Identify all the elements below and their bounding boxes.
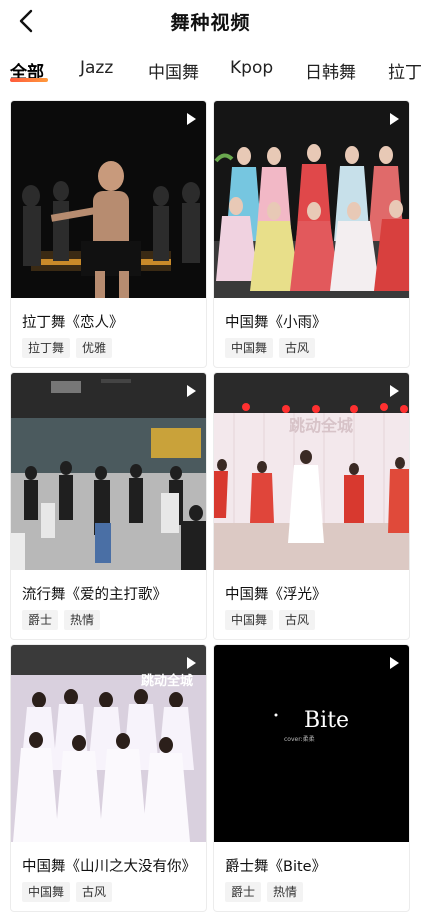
video-title: 中国舞《小雨》 xyxy=(225,315,327,331)
tab-jazz[interactable]: Jazz xyxy=(80,58,113,78)
category-tabs: 全部 Jazz 中国舞 Kpop 日韩舞 拉丁 xyxy=(0,52,421,88)
group-white-dress-thumbnail: 跳动全城 xyxy=(11,645,206,842)
tab-kpop[interactable]: Kpop xyxy=(230,58,273,78)
tag-list: 爵士 热情 xyxy=(225,881,309,902)
active-tab-indicator xyxy=(10,78,48,82)
video-title: 爵士舞《Bite》 xyxy=(225,859,327,875)
tag: 古风 xyxy=(279,338,316,358)
tag: 拉丁舞 xyxy=(22,338,71,358)
tag-list: 中国舞 古风 xyxy=(22,881,118,902)
video-card[interactable]: 跳动全城 中国舞《山川之大没有你》 中国舞 古风 xyxy=(10,644,207,912)
play-icon xyxy=(390,657,399,669)
play-icon xyxy=(187,385,196,397)
play-icon xyxy=(187,657,196,669)
tag-list: 中国舞 古风 xyxy=(225,337,321,358)
cover-credit-text: cover:柔柔 xyxy=(284,735,315,743)
video-thumbnail[interactable]: 跳动全城 xyxy=(11,645,206,842)
cover-title-text: Bite xyxy=(304,708,349,733)
video-thumbnail[interactable] xyxy=(11,101,206,298)
video-title: 中国舞《浮光》 xyxy=(225,587,327,603)
tag-list: 爵士 热情 xyxy=(22,609,106,630)
video-thumbnail[interactable]: Bite cover:柔柔 xyxy=(214,645,409,842)
video-thumbnail[interactable] xyxy=(214,101,409,298)
video-card[interactable]: 跳动全城 中国舞《浮光》 中国舞 古风 xyxy=(213,372,410,640)
video-thumbnail[interactable]: 跳动全城 xyxy=(214,373,409,570)
tab-latin[interactable]: 拉丁 xyxy=(388,58,421,83)
play-icon xyxy=(187,113,196,125)
tag: 中国舞 xyxy=(225,610,274,630)
video-card[interactable]: 中国舞《小雨》 中国舞 古风 xyxy=(213,100,410,368)
page-title: 舞种视频 xyxy=(170,12,251,34)
video-thumbnail[interactable] xyxy=(11,373,206,570)
video-card[interactable]: Bite cover:柔柔 爵士舞《Bite》 爵士 热情 xyxy=(213,644,410,912)
video-title: 中国舞《山川之大没有你》 xyxy=(22,859,196,875)
tag: 古风 xyxy=(76,882,113,902)
bite-cover-thumbnail: Bite cover:柔柔 xyxy=(214,645,409,842)
tab-chinese-dance[interactable]: 中国舞 xyxy=(148,58,199,83)
tag: 热情 xyxy=(64,610,101,630)
tag-list: 中国舞 古风 xyxy=(225,609,321,630)
watermark-text: 跳动全城 xyxy=(289,416,353,435)
tab-jk-dance[interactable]: 日韩舞 xyxy=(305,58,356,83)
tag: 中国舞 xyxy=(225,338,274,358)
tag: 古风 xyxy=(279,610,316,630)
watermark-text: 跳动全城 xyxy=(141,673,193,689)
video-card[interactable]: 流行舞《爱的主打歌》 爵士 热情 xyxy=(10,372,207,640)
chinese-dance-thumbnail xyxy=(214,101,409,298)
latin-dance-thumbnail xyxy=(11,101,206,298)
tag: 中国舞 xyxy=(22,882,71,902)
tag: 热情 xyxy=(267,882,304,902)
video-title: 流行舞《爱的主打歌》 xyxy=(22,587,167,603)
video-card[interactable]: 拉丁舞《恋人》 拉丁舞 优雅 xyxy=(10,100,207,368)
tag: 优雅 xyxy=(76,338,113,358)
video-title: 拉丁舞《恋人》 xyxy=(22,315,124,331)
studio-crowd-thumbnail xyxy=(11,373,206,570)
top-bar: 舞种视频 xyxy=(0,0,421,44)
stage-dance-thumbnail: 跳动全城 xyxy=(214,373,409,570)
play-icon xyxy=(390,385,399,397)
tag: 爵士 xyxy=(22,610,59,630)
play-icon xyxy=(390,113,399,125)
tag: 爵士 xyxy=(225,882,262,902)
tag-list: 拉丁舞 优雅 xyxy=(22,337,118,358)
